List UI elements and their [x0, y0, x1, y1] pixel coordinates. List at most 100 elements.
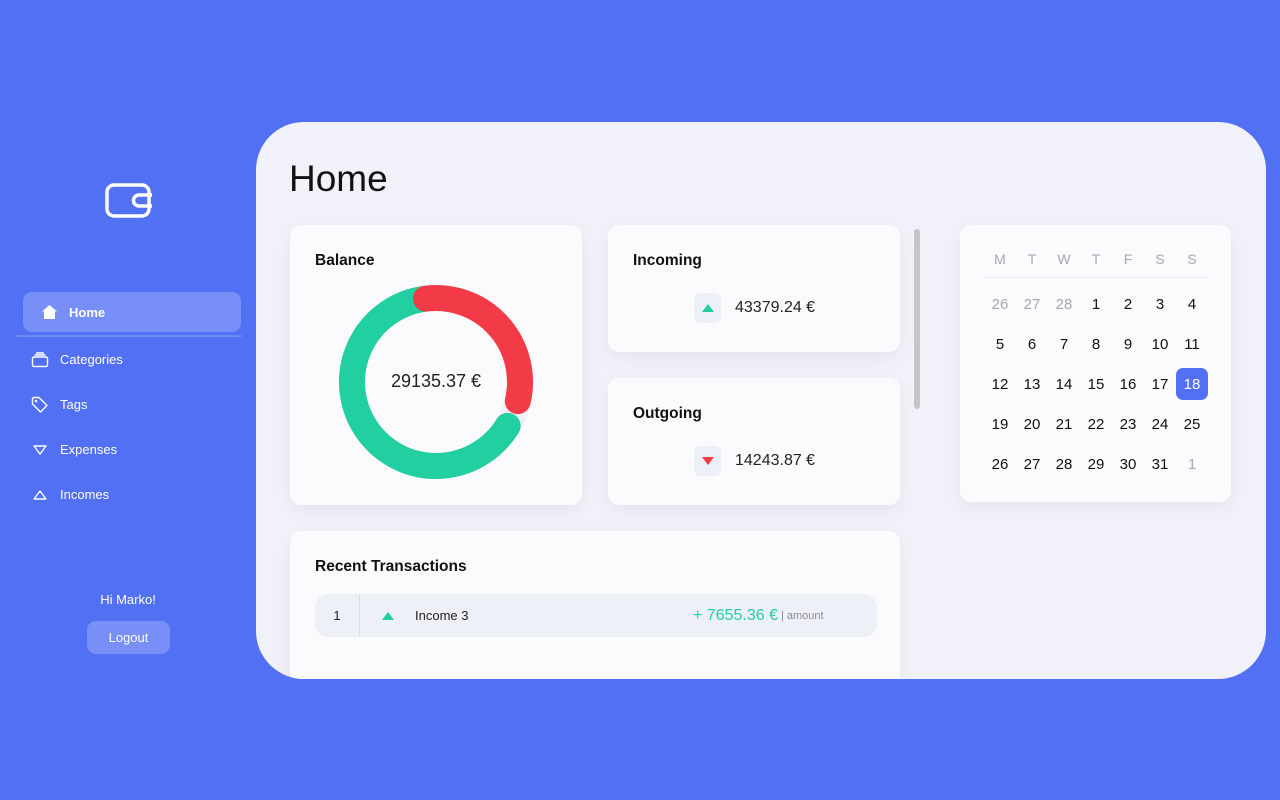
recent-transactions-card: Recent Transactions 1 Income 3 + 7655.36… [290, 531, 900, 679]
calendar-day[interactable]: 31 [1144, 445, 1176, 485]
calendar-day-number: 12 [991, 375, 1009, 393]
calendar-day-number: 9 [1123, 335, 1133, 353]
calendar-day[interactable]: 15 [1080, 364, 1112, 404]
calendar-day[interactable]: 3 [1144, 284, 1176, 324]
triangle-up-icon [694, 293, 721, 323]
recent-transactions-title: Recent Transactions [315, 558, 467, 575]
calendar-day[interactable]: 26 [984, 445, 1016, 485]
calendar-day-number: 20 [1023, 416, 1041, 434]
outgoing-title: Outgoing [633, 405, 702, 422]
transaction-name: Income 3 [415, 608, 469, 623]
weekday-label: F [1123, 251, 1133, 267]
calendar-day-number: 25 [1183, 416, 1201, 434]
triangle-down-icon [694, 446, 721, 476]
wallet-icon[interactable] [104, 182, 154, 220]
calendar-day[interactable]: 22 [1080, 405, 1112, 445]
categories-icon [30, 350, 50, 370]
calendar-day[interactable]: 24 [1144, 405, 1176, 445]
calendar-day[interactable]: 4 [1176, 284, 1208, 324]
calendar-day[interactable]: 27 [1016, 445, 1048, 485]
calendar-day-number: 1 [1091, 295, 1101, 313]
calendar-day-number: 27 [1023, 456, 1041, 474]
calendar-day[interactable]: 11 [1176, 324, 1208, 364]
calendar-day[interactable]: 9 [1112, 324, 1144, 364]
calendar-day[interactable]: 14 [1048, 364, 1080, 404]
calendar-day-number: 10 [1151, 335, 1169, 353]
table-row[interactable]: 1 Income 3 + 7655.36 € | amount [315, 594, 877, 637]
sidebar-item-incomes[interactable]: Incomes [16, 472, 242, 517]
calendar-day[interactable]: 16 [1112, 364, 1144, 404]
calendar-day-number: 6 [1027, 335, 1037, 353]
calendar-day[interactable]: 28 [1048, 445, 1080, 485]
calendar-day[interactable]: 25 [1176, 405, 1208, 445]
calendar-day-number: 15 [1087, 375, 1105, 393]
calendar-weekdays: MTWTFSS [984, 251, 1208, 267]
calendar-day[interactable]: 7 [1048, 324, 1080, 364]
balance-title: Balance [315, 252, 375, 269]
calendar-day-number: 1 [1187, 456, 1197, 474]
tag-icon [30, 395, 50, 415]
calendar-day[interactable]: 13 [1016, 364, 1048, 404]
scrollbar-thumb[interactable] [914, 229, 920, 409]
sidebar-item-label: Tags [60, 397, 88, 412]
sidebar-item-label: Incomes [60, 487, 110, 502]
calendar-day[interactable]: 6 [1016, 324, 1048, 364]
transaction-index: 1 [315, 594, 360, 637]
calendar-day[interactable]: 26 [984, 284, 1016, 324]
outgoing-amount: 14243.87 € [735, 452, 816, 469]
weekday-label: S [1187, 251, 1197, 267]
calendar-day[interactable]: 27 [1016, 284, 1048, 324]
calendar-day-today[interactable]: 18 [1176, 364, 1208, 404]
calendar-day-number: 24 [1151, 416, 1169, 434]
calendar-day[interactable]: 19 [984, 405, 1016, 445]
calendar-day-number: 28 [1055, 295, 1073, 313]
calendar-day[interactable]: 29 [1080, 445, 1112, 485]
incoming-amount-row: 43379.24 € [694, 293, 815, 323]
calendar-day-number: 14 [1055, 375, 1073, 393]
page-title: Home [289, 158, 388, 199]
calendar-day-number: 27 [1023, 295, 1041, 313]
calendar-day-number: 26 [991, 295, 1009, 313]
calendar-day-number: 13 [1023, 375, 1041, 393]
weekday-label: M [994, 251, 1006, 267]
sidebar-nav: Home Categories Tags Expenses Incomes [16, 292, 242, 517]
balance-card: Balance 29135.37 € [290, 225, 582, 505]
calendar-day[interactable]: 21 [1048, 405, 1080, 445]
calendar-day-number: 2 [1123, 295, 1133, 313]
calendar-day[interactable]: 2 [1112, 284, 1144, 324]
calendar-day[interactable]: 23 [1112, 405, 1144, 445]
calendar-day-number: 30 [1119, 456, 1137, 474]
calendar-day[interactable]: 20 [1016, 405, 1048, 445]
calendar-day-number: 28 [1055, 456, 1073, 474]
triangle-up-icon [30, 485, 50, 505]
calendar-day[interactable]: 10 [1144, 324, 1176, 364]
incoming-card: Incoming 43379.24 € [608, 225, 900, 352]
weekday-label: W [1057, 251, 1071, 267]
calendar-day[interactable]: 12 [984, 364, 1016, 404]
incoming-title: Incoming [633, 252, 702, 269]
incoming-amount: 43379.24 € [735, 299, 816, 316]
calendar-day-number: 4 [1187, 295, 1197, 313]
calendar-day-number: 31 [1151, 456, 1169, 474]
balance-value: 29135.37 € [390, 371, 482, 391]
triangle-up-icon [360, 611, 415, 620]
transaction-amount-label: | amount [780, 609, 824, 622]
calendar-day[interactable]: 1 [1176, 445, 1208, 485]
calendar-day[interactable]: 28 [1048, 284, 1080, 324]
sidebar-item-tags[interactable]: Tags [16, 382, 242, 427]
calendar-days: 26 27 28 1 2 3 4 5 6 7 8 9 10 11 12 13 14 15 16 17 18 19 20 21 2… [984, 284, 1208, 485]
sidebar-item-expenses[interactable]: Expenses [16, 427, 242, 472]
calendar-day[interactable]: 8 [1080, 324, 1112, 364]
transaction-amount: + 7655.36 € [693, 606, 778, 624]
calendar-day-number: 5 [995, 335, 1005, 353]
calendar-day[interactable]: 5 [984, 324, 1016, 364]
triangle-down-icon [30, 440, 50, 460]
calendar-day[interactable]: 1 [1080, 284, 1112, 324]
calendar-day[interactable]: 30 [1112, 445, 1144, 485]
logout-button[interactable]: Logout [87, 621, 170, 654]
sidebar-item-categories[interactable]: Categories [16, 337, 242, 382]
calendar-day-number: 3 [1155, 295, 1165, 313]
calendar-day[interactable]: 17 [1144, 364, 1176, 404]
calendar-day-number: 17 [1151, 375, 1169, 393]
sidebar-item-home[interactable]: Home [23, 292, 241, 332]
